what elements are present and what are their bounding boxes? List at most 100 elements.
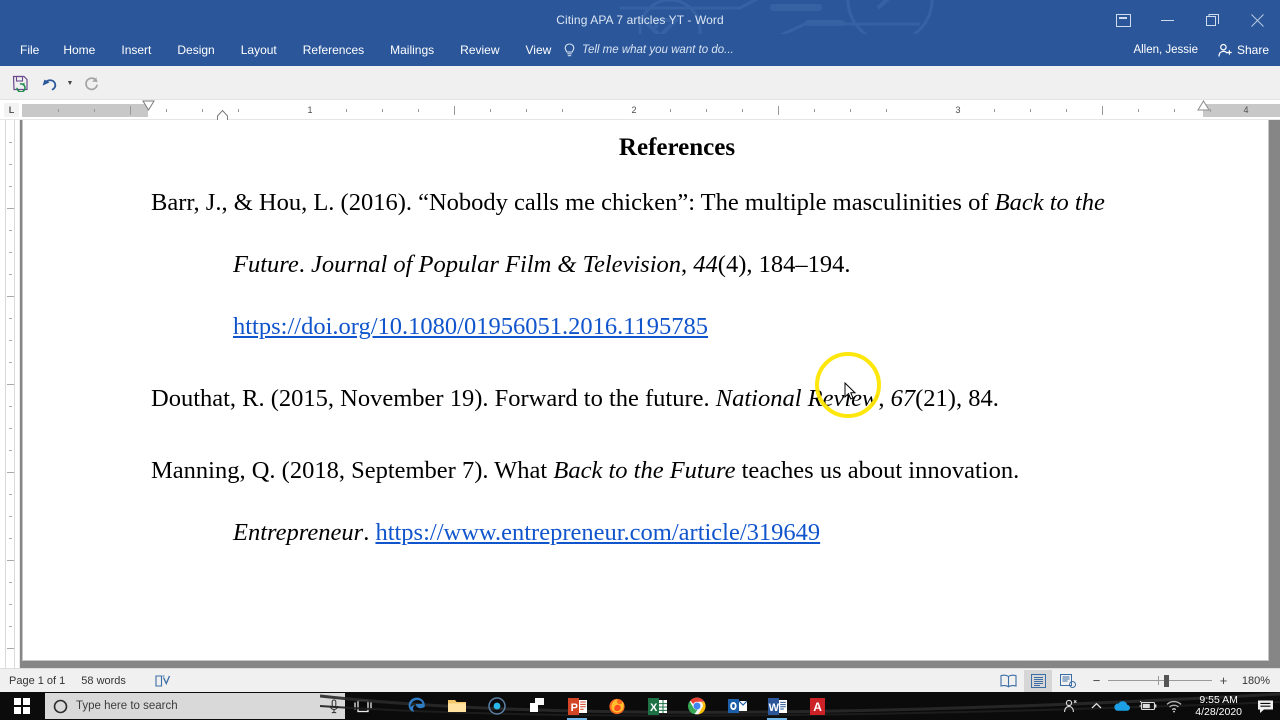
- reference-line: Manning, Q. (2018, September 7). What Ba…: [151, 440, 1248, 502]
- hyperlink[interactable]: https://www.entrepreneur.com/article/319…: [375, 519, 820, 546]
- vertical-ruler-track: [5, 120, 15, 668]
- document-page[interactable]: References Barr, J., & Hou, L. (2016). “…: [23, 120, 1268, 660]
- system-tray: 9:55 AM 4/28/2020: [1057, 692, 1280, 720]
- read-mode-view-button[interactable]: [994, 670, 1022, 692]
- text-run: .: [299, 251, 311, 278]
- svg-text:A: A: [813, 700, 822, 714]
- share-button[interactable]: Share: [1211, 37, 1276, 63]
- reference-line: https://doi.org/10.1080/01956051.2016.11…: [233, 296, 1248, 358]
- italic-run: Entrepreneur: [233, 519, 363, 546]
- proofing-errors-icon[interactable]: [152, 670, 174, 692]
- action-center-icon[interactable]: [1250, 692, 1280, 720]
- references-heading: References: [106, 134, 1248, 162]
- search-input[interactable]: Type here to search: [45, 693, 345, 719]
- ruler-right-margin: [1203, 104, 1280, 117]
- tab-design[interactable]: Design: [164, 34, 227, 66]
- print-layout-view-button[interactable]: [1024, 670, 1052, 692]
- text-run: .: [363, 519, 375, 546]
- taskbar-excel[interactable]: X: [637, 692, 677, 720]
- zoom-slider-thumb[interactable]: [1164, 675, 1169, 687]
- zoom-level[interactable]: 180%: [1236, 675, 1274, 687]
- first-line-indent-marker[interactable]: [142, 100, 155, 111]
- word-count[interactable]: 58 words: [65, 675, 126, 687]
- document-body[interactable]: References Barr, J., & Hou, L. (2016). “…: [151, 128, 1248, 564]
- ruler-number-2: 2: [631, 104, 636, 117]
- task-view-icon[interactable]: [345, 692, 381, 720]
- onedrive-icon[interactable]: [1109, 692, 1135, 720]
- undo-dropdown-arrow-icon[interactable]: ▼: [65, 70, 75, 96]
- svg-text:W: W: [768, 702, 779, 714]
- hyperlink[interactable]: https://doi.org/10.1080/01956051.2016.11…: [233, 313, 708, 340]
- vertical-ruler[interactable]: [0, 120, 20, 668]
- horizontal-ruler[interactable]: L 1 2 3 4: [0, 100, 1280, 120]
- quick-access-toolbar: ▼: [0, 66, 1280, 100]
- taskbar-firefox[interactable]: [597, 692, 637, 720]
- taskbar-cortana[interactable]: [477, 692, 517, 720]
- text-run: (4), 184–194.: [718, 251, 851, 278]
- cortana-circle-icon: [53, 699, 68, 714]
- reference-line: Douthat, R. (2015, November 19). Forward…: [151, 368, 1248, 430]
- text-run: ,: [681, 251, 693, 278]
- italic-run: Journal of Popular Film & Television: [311, 251, 681, 278]
- text-run: teaches us about innovation.: [735, 457, 1019, 484]
- reference-entry[interactable]: Douthat, R. (2015, November 19). Forward…: [151, 368, 1248, 430]
- reference-entry[interactable]: Barr, J., & Hou, L. (2016). “Nobody call…: [151, 172, 1248, 358]
- tab-review[interactable]: Review: [447, 34, 512, 66]
- taskbar-word[interactable]: W: [757, 692, 797, 720]
- tab-mailings[interactable]: Mailings: [377, 34, 447, 66]
- reference-line: Barr, J., & Hou, L. (2016). “Nobody call…: [151, 172, 1248, 234]
- tab-stop-selector[interactable]: L: [4, 103, 19, 117]
- tab-layout[interactable]: Layout: [228, 34, 290, 66]
- ruler-number-3: 3: [955, 104, 960, 117]
- taskbar-edge[interactable]: [397, 692, 437, 720]
- chevron-up-icon[interactable]: [1083, 692, 1109, 720]
- windows-taskbar: Type here to search: [0, 692, 1280, 720]
- taskbar-app-list: P X: [397, 692, 837, 720]
- italic-run: Future: [233, 251, 299, 278]
- tab-file[interactable]: File: [10, 34, 50, 66]
- taskbar-chrome[interactable]: [677, 692, 717, 720]
- windows-start-icon[interactable]: [0, 692, 44, 720]
- redo-icon[interactable]: [78, 70, 104, 96]
- taskbar-outlook[interactable]: [717, 692, 757, 720]
- taskbar-clock[interactable]: 9:55 AM 4/28/2020: [1187, 692, 1250, 720]
- web-layout-view-button[interactable]: [1054, 670, 1082, 692]
- taskbar-acrobat[interactable]: A: [797, 692, 837, 720]
- svg-text:X: X: [650, 702, 658, 714]
- tell-me-search[interactable]: Tell me what you want to do...: [563, 34, 734, 66]
- zoom-in-button[interactable]: +: [1219, 675, 1228, 687]
- status-bar: Page 1 of 1 58 words: [0, 668, 1280, 692]
- status-bar-right: − + 180%: [994, 669, 1274, 693]
- save-icon[interactable]: [7, 70, 33, 96]
- tray-people[interactable]: [1057, 692, 1083, 720]
- text-run: (21), 84.: [915, 385, 999, 412]
- zoom-slider[interactable]: − +: [1092, 675, 1228, 687]
- right-indent-marker[interactable]: [1197, 100, 1210, 111]
- horizontal-ruler-track[interactable]: 1 2 3 4: [22, 104, 1280, 117]
- tab-view[interactable]: View: [513, 34, 565, 66]
- undo-icon[interactable]: [36, 70, 62, 96]
- microphone-icon[interactable]: [329, 699, 339, 714]
- tab-home[interactable]: Home: [50, 34, 108, 66]
- text-run: Douthat, R. (2015, November 19). Forward…: [151, 385, 716, 412]
- account-name[interactable]: Allen, Jessie: [1133, 34, 1198, 66]
- wifi-icon[interactable]: [1161, 692, 1187, 720]
- tab-insert[interactable]: Insert: [108, 34, 164, 66]
- zoom-out-button[interactable]: −: [1092, 675, 1101, 687]
- italic-run: 44: [693, 251, 718, 278]
- reference-entry[interactable]: Manning, Q. (2018, September 7). What Ba…: [151, 440, 1248, 564]
- italic-run: Back to the: [995, 189, 1105, 216]
- taskbar-powerpoint[interactable]: P: [557, 692, 597, 720]
- word-application-window: Citing APA 7 articles YT - Word File Hom…: [0, 0, 1280, 720]
- tab-references[interactable]: References: [290, 34, 377, 66]
- taskbar-file-explorer[interactable]: [437, 692, 477, 720]
- taskbar-snip[interactable]: [517, 692, 557, 720]
- document-canvas[interactable]: References Barr, J., & Hou, L. (2016). “…: [20, 120, 1280, 668]
- battery-icon[interactable]: [1135, 692, 1161, 720]
- text-select-cursor: [843, 382, 857, 402]
- page-indicator[interactable]: Page 1 of 1: [0, 675, 65, 687]
- search-placeholder: Type here to search: [76, 700, 321, 712]
- reference-list: Barr, J., & Hou, L. (2016). “Nobody call…: [151, 172, 1248, 564]
- ruler-text-area: [148, 104, 1203, 117]
- zoom-slider-track[interactable]: [1108, 675, 1212, 687]
